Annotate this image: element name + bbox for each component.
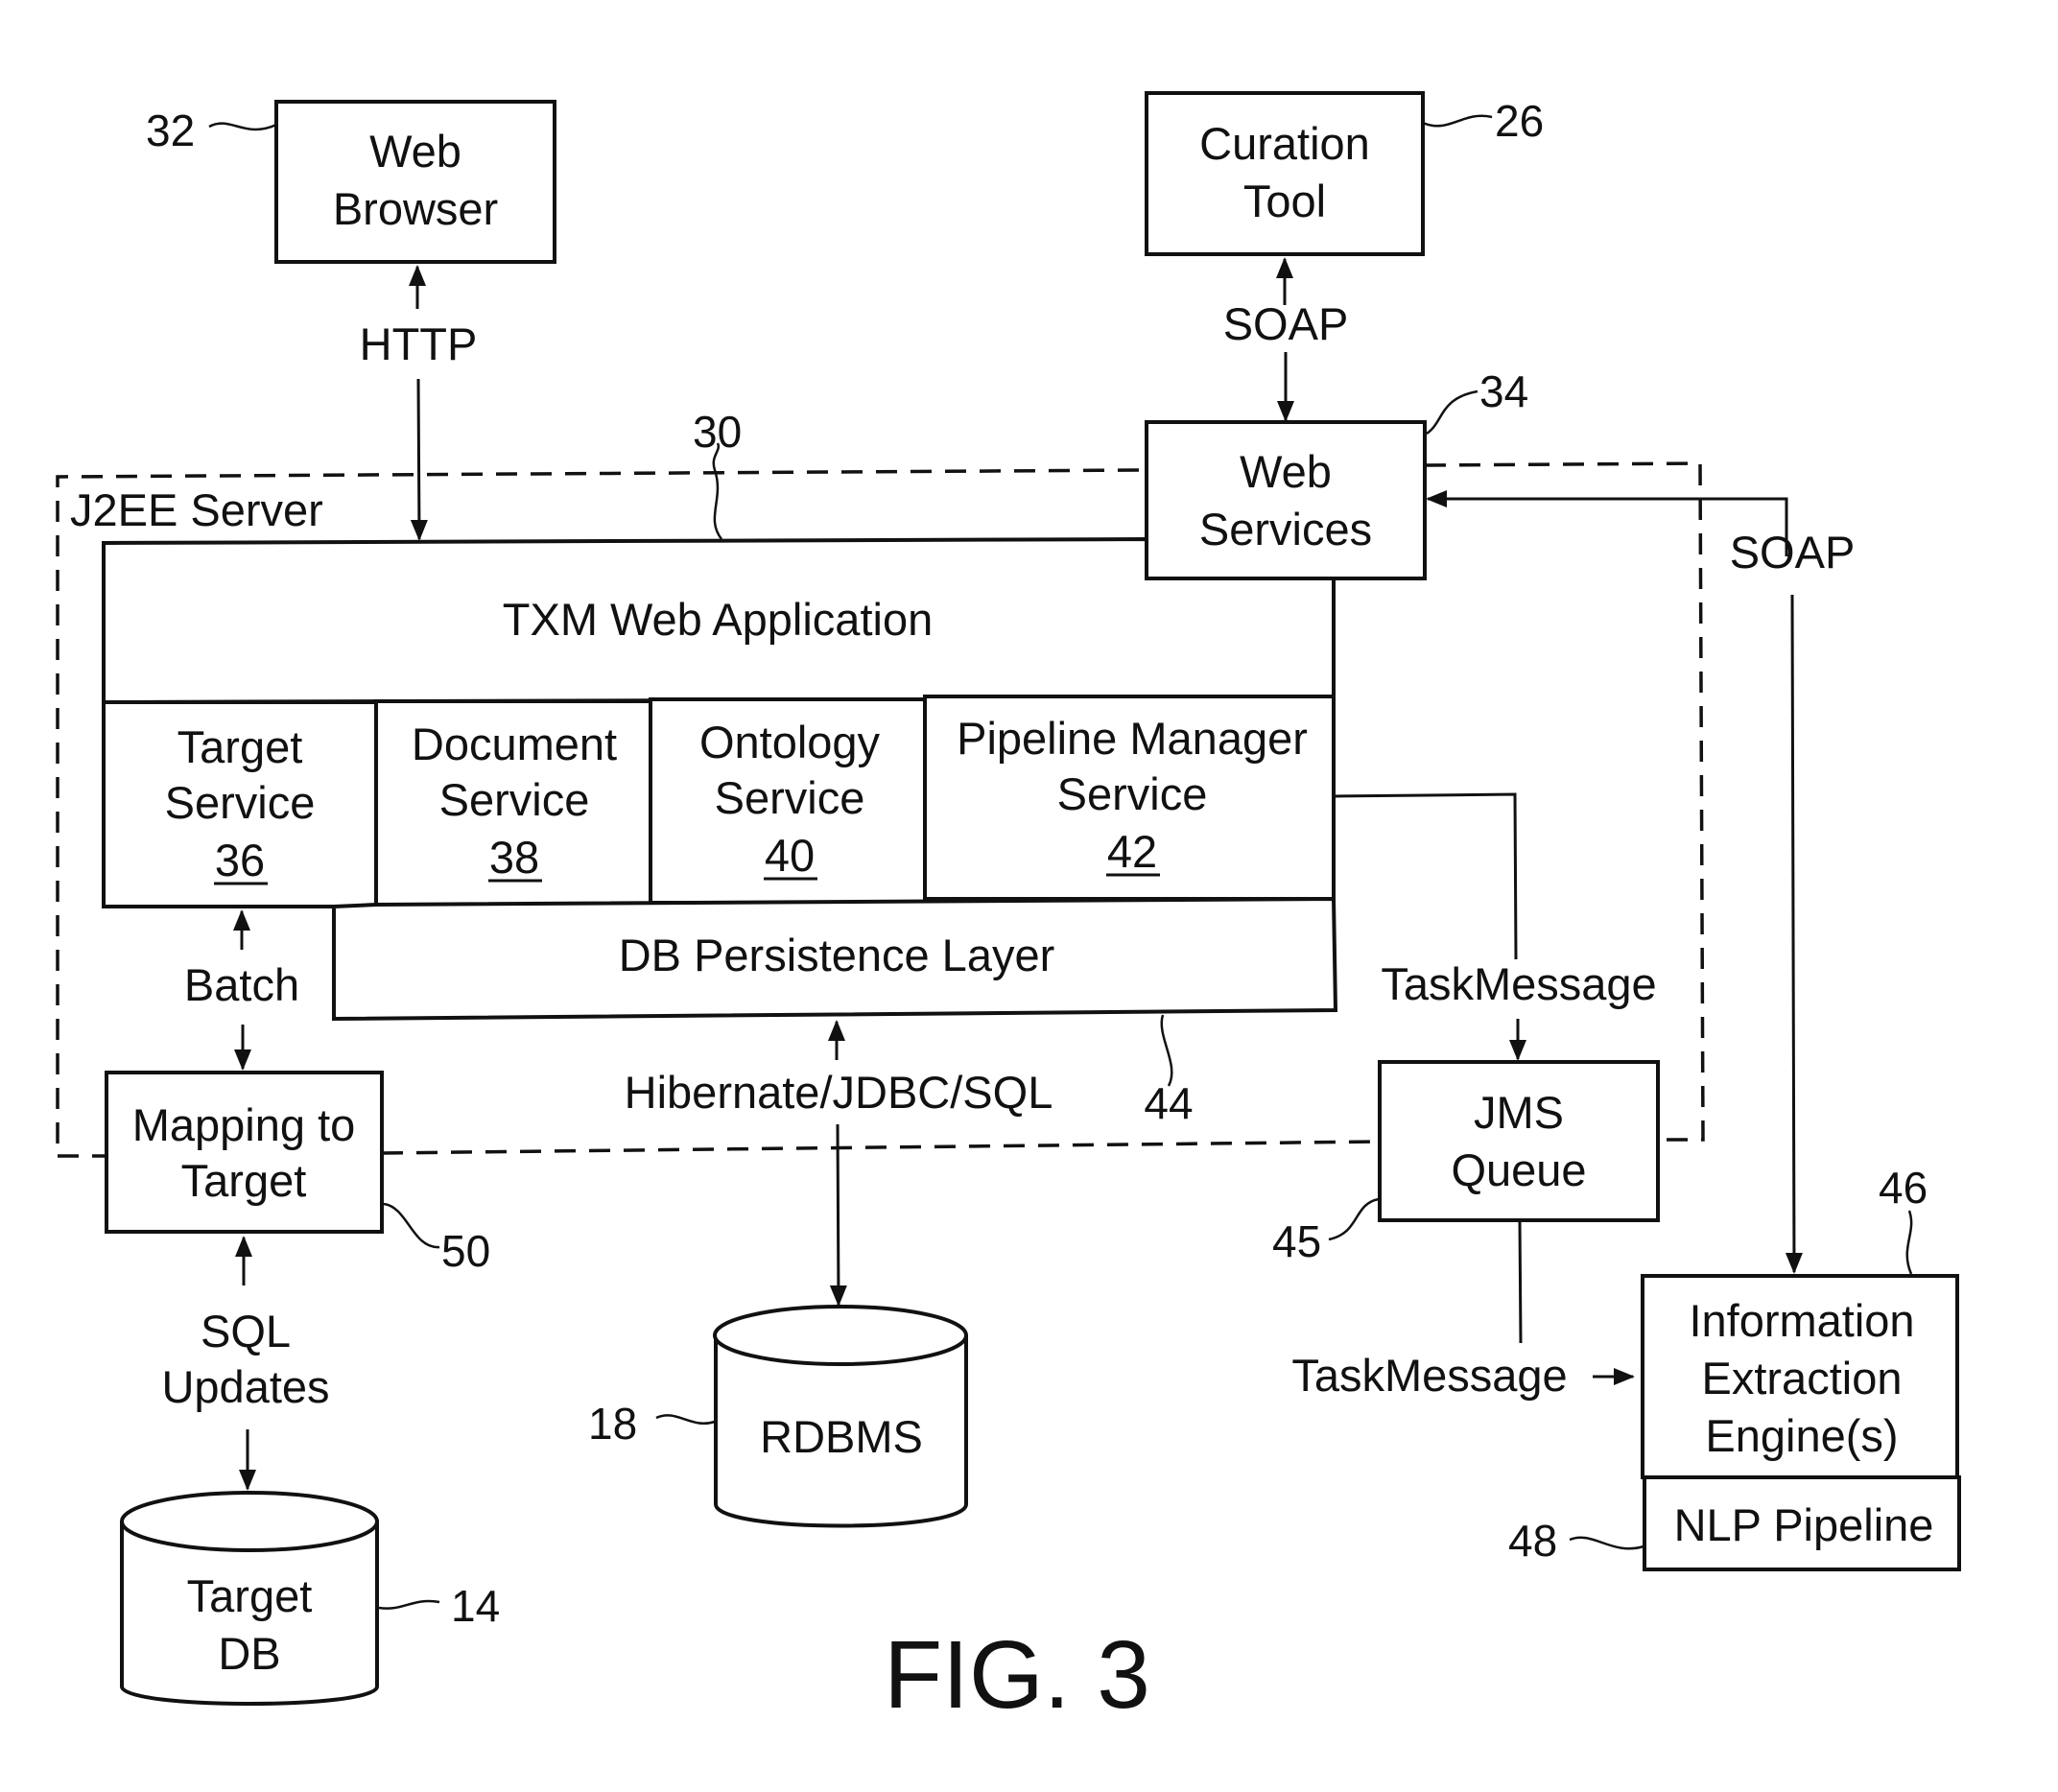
ref-45: 45 (1272, 1216, 1321, 1266)
soap-right-label: SOAP (1730, 527, 1856, 578)
ie-line1: Information (1689, 1295, 1914, 1346)
leader-14 (378, 1599, 440, 1610)
document-service-line2: Service (439, 774, 590, 825)
target-service-line2: Service (165, 777, 316, 828)
ontology-service-ref: 40 (765, 830, 815, 881)
web-services-line2: Services (1199, 504, 1372, 554)
nlp-title: NLP Pipeline (1674, 1499, 1934, 1550)
web-services-line1: Web (1240, 446, 1332, 497)
ontology-service-line2: Service (715, 772, 865, 823)
updates-label: Updates (161, 1361, 329, 1412)
leader-26 (1422, 114, 1493, 128)
target-db-cylinder[interactable]: Target DB (120, 1491, 379, 1706)
pipeline-manager-ref: 42 (1107, 826, 1157, 877)
document-service-line1: Document (412, 719, 617, 769)
rdbms-title: RDBMS (760, 1411, 923, 1462)
target-service-ref: 36 (215, 835, 265, 885)
rdbms-cylinder[interactable]: RDBMS (713, 1305, 968, 1528)
taskmessage-label-2: TaskMessage (1291, 1350, 1567, 1401)
document-service-ref: 38 (489, 832, 539, 883)
information-extraction-engine-box[interactable]: Information Extraction Engine(s) (1641, 1274, 1959, 1479)
curation-tool-box[interactable]: Curation Tool (1145, 91, 1425, 256)
mapping-to-target-box[interactable]: Mapping to Target (105, 1071, 384, 1234)
curation-tool-line2: Tool (1243, 176, 1326, 226)
web-services-box[interactable]: Web Services (1145, 420, 1427, 580)
ontology-service-line1: Ontology (699, 717, 881, 767)
soap-top-label: SOAP (1223, 298, 1349, 349)
web-browser-box[interactable]: Web Browser (274, 100, 556, 264)
ref-34: 34 (1479, 366, 1528, 416)
http-connection: HTTP (360, 265, 478, 541)
ie-line2: Extraction (1702, 1353, 1903, 1403)
jms-queue-box[interactable]: JMS Queue (1378, 1060, 1660, 1222)
web-browser-line2: Browser (333, 183, 498, 234)
leader-30 (712, 442, 723, 540)
db-layer-title: DB Persistence Layer (619, 930, 1055, 980)
target-db-line2: DB (218, 1628, 280, 1679)
leader-45 (1328, 1197, 1380, 1241)
jms-line2: Queue (1451, 1144, 1586, 1195)
taskmessage-label-1: TaskMessage (1381, 958, 1656, 1009)
ie-line3: Engine(s) (1705, 1410, 1898, 1461)
figure-caption: FIG. 3 (884, 1621, 1150, 1729)
pipeline-manager-line2: Service (1057, 768, 1208, 819)
http-label: HTTP (360, 318, 478, 369)
leader-34 (1426, 389, 1478, 436)
leader-46 (1905, 1210, 1913, 1275)
pipeline-manager-line1: Pipeline Manager (957, 713, 1308, 764)
mapping-line2: Target (181, 1155, 307, 1206)
j2ee-server-label: J2EE Server (70, 484, 323, 535)
batch-label: Batch (184, 959, 299, 1010)
soap-top-connection: SOAP (1223, 257, 1349, 422)
db-persistence-layer[interactable]: DB Persistence Layer (332, 896, 1338, 1022)
ref-32: 32 (146, 106, 195, 155)
target-service-line1: Target (177, 721, 303, 772)
architecture-diagram: J2EE Server Web Browser 32 HTTP Curation… (56, 91, 1961, 1729)
ref-48: 48 (1508, 1516, 1557, 1566)
leader-50 (383, 1202, 440, 1249)
curation-tool-line1: Curation (1199, 118, 1370, 169)
taskmessage-to-engine-connection: TaskMessage (1291, 1220, 1635, 1401)
ref-46: 46 (1879, 1163, 1928, 1213)
web-browser-line1: Web (369, 126, 461, 177)
batch-connection: Batch (184, 909, 299, 1071)
leader-32 (208, 122, 277, 131)
sql-label: SQL (201, 1306, 291, 1356)
ref-26: 26 (1495, 96, 1544, 146)
target-db-line1: Target (187, 1570, 313, 1621)
mapping-line1: Mapping to (132, 1099, 356, 1150)
sql-updates-connection: SQL Updates (161, 1236, 330, 1491)
ref-30: 30 (693, 407, 742, 457)
hibernate-label: Hibernate/JDBC/SQL (625, 1067, 1053, 1118)
ref-50: 50 (441, 1226, 490, 1276)
ref-44: 44 (1144, 1078, 1193, 1128)
ref-18: 18 (588, 1399, 637, 1449)
leader-48 (1569, 1536, 1644, 1550)
leader-44 (1160, 1014, 1173, 1087)
jms-line1: JMS (1474, 1087, 1564, 1138)
txm-title: TXM Web Application (503, 594, 933, 645)
leader-18 (655, 1414, 716, 1425)
ref-14: 14 (451, 1581, 500, 1631)
hibernate-connection: Hibernate/JDBC/SQL (625, 1020, 1053, 1307)
nlp-pipeline-box[interactable]: NLP Pipeline (1643, 1475, 1961, 1571)
taskmessage-to-jms-connection: TaskMessage (1334, 792, 1657, 1061)
